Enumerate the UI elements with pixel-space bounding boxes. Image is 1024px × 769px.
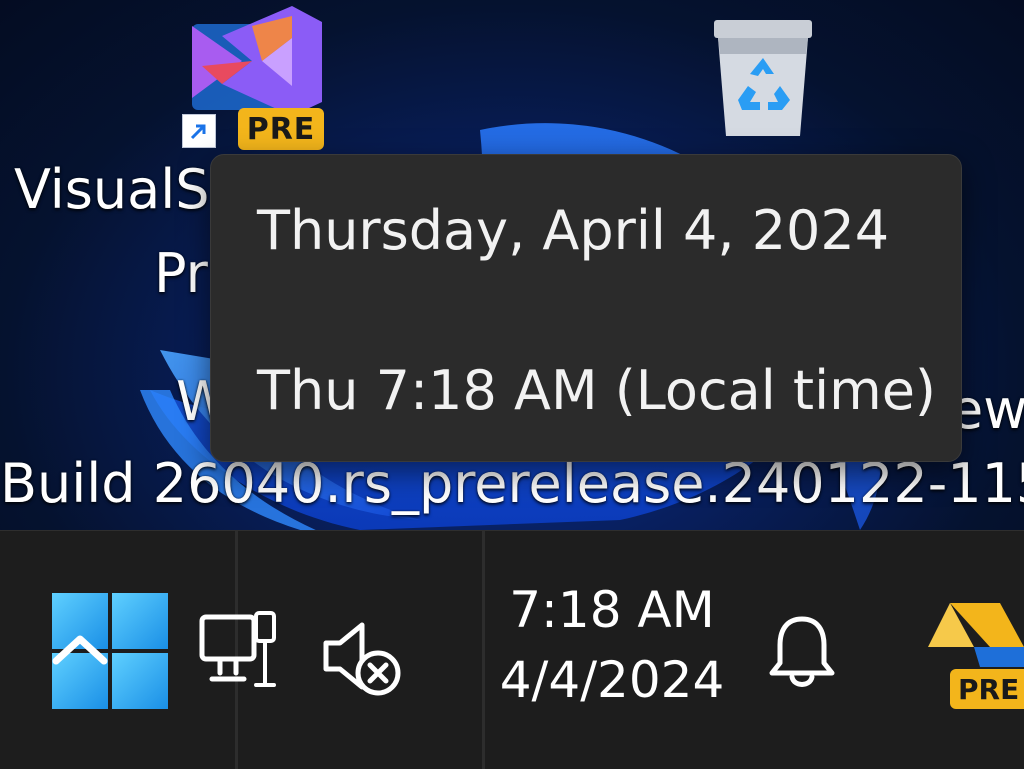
clock-tooltip: Thursday, April 4, 2024 Thu 7:18 AM (Loc… [210, 154, 962, 462]
tooltip-date: Thursday, April 4, 2024 [257, 199, 890, 262]
dev-app-logo-icon [928, 603, 1024, 667]
recycle-bin-graphic-icon [714, 20, 812, 136]
pre-badge: PRE [238, 108, 324, 150]
recycle-bin-icon[interactable] [708, 14, 818, 140]
dev-app-preview-icon[interactable]: PRE [920, 597, 1024, 709]
windows-logo-icon [52, 593, 168, 709]
visual-studio-label: VisualS [14, 158, 210, 221]
visual-studio-preview-icon[interactable]: PRE [182, 6, 327, 150]
taskbar-clock[interactable]: 7:18 AM 4/4/2024 [484, 575, 740, 715]
visual-studio-label-line2: Pr [154, 242, 208, 305]
start-button[interactable] [52, 593, 170, 711]
dev-pre-badge: PRE [950, 669, 1024, 709]
visual-studio-logo-icon [192, 6, 322, 116]
shortcut-arrow-icon [182, 114, 216, 148]
speaker-muted-icon[interactable] [318, 617, 406, 697]
tooltip-time: Thu 7:18 AM (Local time) [257, 359, 936, 422]
clock-date: 4/4/2024 [499, 651, 725, 709]
taskbar: 7:18 AM 4/4/2024 PRE [0, 530, 1024, 769]
notification-bell-icon[interactable] [766, 611, 838, 691]
network-ethernet-icon[interactable] [198, 607, 282, 691]
clock-time: 7:18 AM [509, 581, 715, 639]
desktop-background: PRE VisualS Pr W ew Build 26040.rs_prere… [0, 0, 1024, 530]
